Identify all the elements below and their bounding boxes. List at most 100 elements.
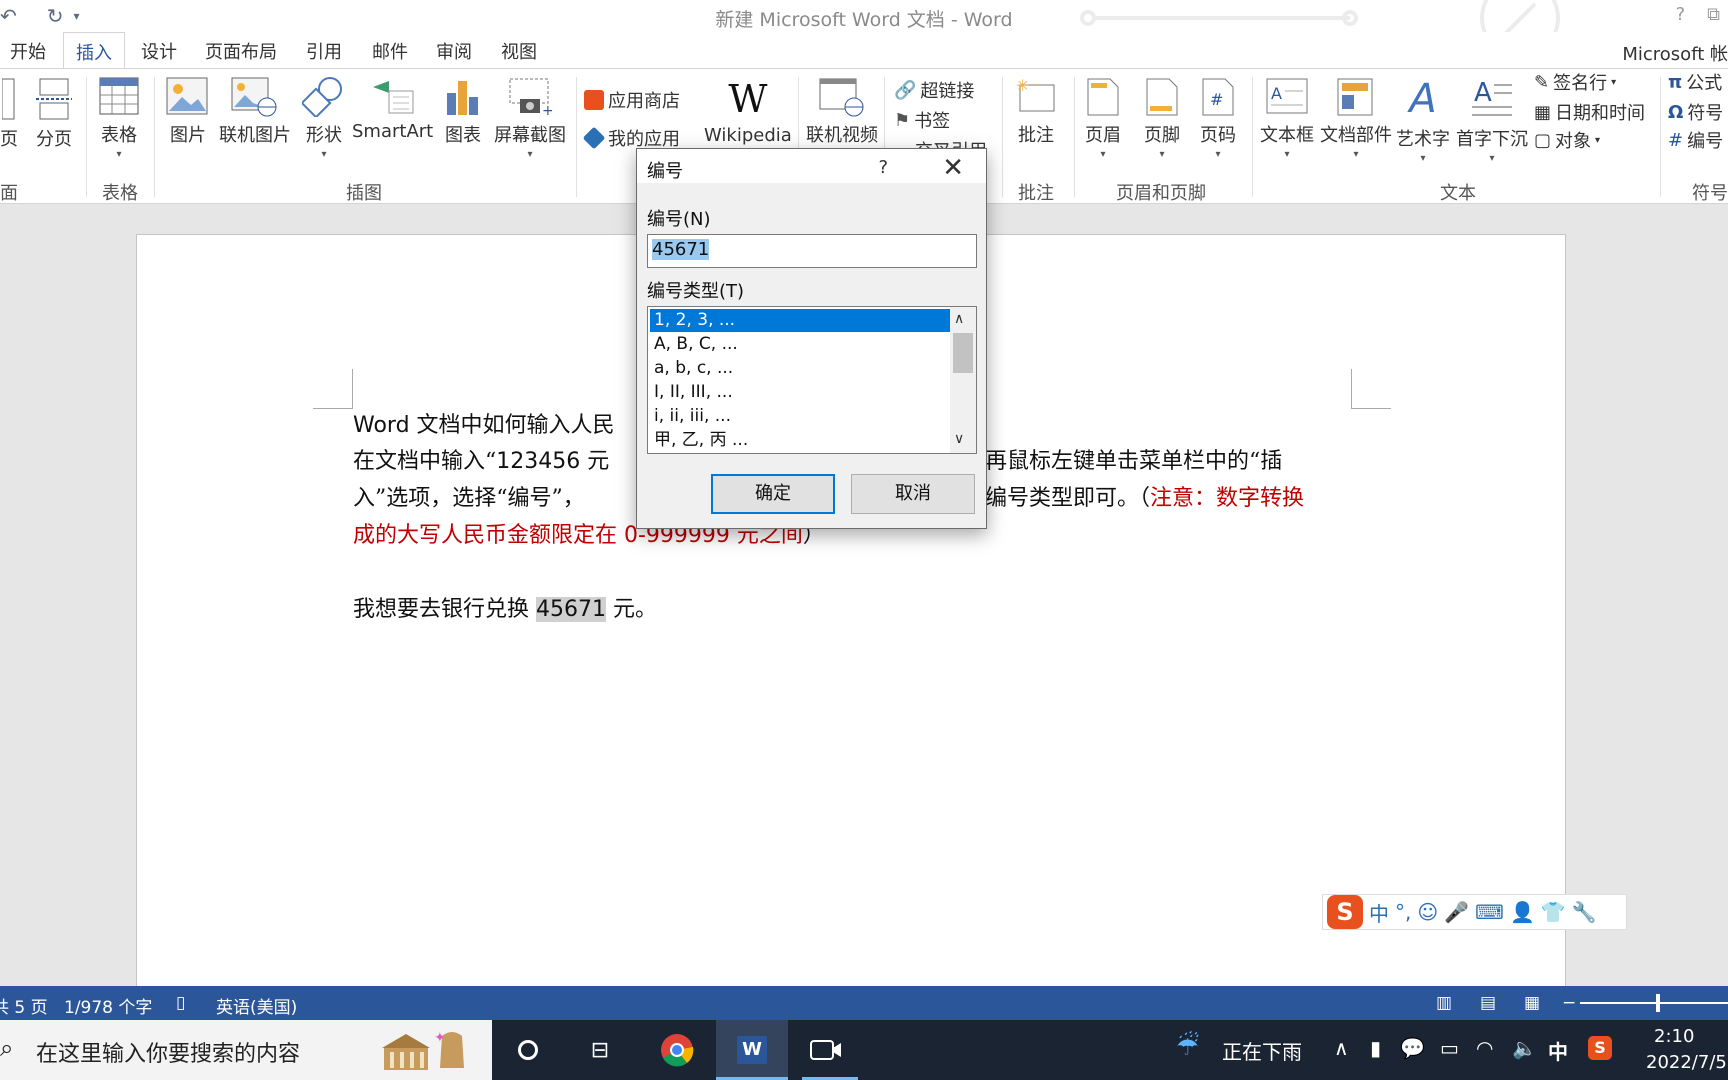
wrench-icon[interactable]: 🔧 — [1572, 900, 1597, 924]
clock-date[interactable]: 2022/7/5 — [1646, 1052, 1727, 1073]
online-picture-button[interactable]: 联机图片 — [219, 77, 291, 147]
equation-button[interactable]: π 公式 — [1668, 69, 1722, 95]
quick-parts-button[interactable]: 文档部件 ▾ — [1320, 77, 1392, 160]
page-number-button[interactable]: # 页码 ▾ — [1200, 77, 1236, 160]
wikipedia-button[interactable]: W Wikipedia — [704, 77, 792, 146]
dialog-help-icon[interactable]: ? — [878, 157, 888, 178]
screenshot-button[interactable]: + 屏幕截图 ▾ — [494, 77, 566, 160]
ok-button[interactable]: 确定 — [711, 474, 835, 514]
number-input[interactable]: 45671 — [647, 234, 977, 268]
user-icon[interactable]: 👤 — [1510, 900, 1535, 924]
list-item[interactable]: I, II, III, ... — [650, 381, 950, 404]
page-break-button[interactable]: 分页 — [34, 77, 74, 151]
weather-text[interactable]: 正在下雨 — [1222, 1036, 1302, 1065]
microphone-tray-icon[interactable]: ▮ — [1370, 1036, 1381, 1060]
scroll-up-icon[interactable]: ∧ — [954, 311, 964, 327]
weather-rain-icon[interactable]: ☔ — [1176, 1032, 1199, 1062]
account-name[interactable]: Microsoft 帐 — [1622, 40, 1728, 66]
dropcap-button[interactable]: A 首字下沉 ▾ — [1456, 77, 1528, 164]
list-item[interactable]: 1, 2, 3, ... — [650, 309, 950, 332]
textbox-button[interactable]: A 文本框 ▾ — [1260, 77, 1314, 160]
chart-button[interactable]: 图表 — [443, 77, 483, 147]
number-type-list[interactable]: 1, 2, 3, ... A, B, C, ... a, b, c, ... I… — [647, 306, 977, 454]
network-icon[interactable]: ◠ — [1476, 1036, 1493, 1060]
symbol-button[interactable]: Ω 符号 — [1668, 99, 1723, 125]
microphone-icon[interactable]: 🎤 — [1444, 900, 1469, 924]
keyboard-icon[interactable]: ⌨ — [1475, 900, 1504, 924]
video-camera-icon[interactable] — [804, 1028, 848, 1072]
group-separator — [576, 77, 577, 197]
ime-toolbar[interactable]: S 中 °, ☺ 🎤 ⌨ 👤 👕 🔧 — [1322, 894, 1627, 930]
battery-icon[interactable]: ▭ — [1440, 1036, 1459, 1060]
group-separator — [1074, 77, 1075, 197]
online-video-button[interactable]: 联机视频 — [806, 77, 878, 147]
dialog-title-bar[interactable]: 编号 ? ✕ — [637, 149, 986, 183]
list-item[interactable]: i, ii, iii, ... — [650, 405, 950, 428]
doc-paragraph-5[interactable]: 我想要去银行兑换 45671 元。 — [353, 591, 1353, 628]
wordart-button[interactable]: A 艺术字 ▾ — [1396, 77, 1450, 164]
search-placeholder[interactable]: 在这里输入你要搜索的内容 — [36, 1036, 300, 1068]
smartart-button[interactable]: SmartArt — [352, 77, 433, 142]
skin-icon[interactable]: 👕 — [1541, 900, 1566, 924]
tab-home[interactable]: 开始 — [10, 38, 46, 64]
picture-button[interactable]: 图片 — [166, 77, 210, 147]
zoom-slider[interactable] — [1580, 1002, 1728, 1004]
ribbon-display-icon[interactable]: ⧉ — [1707, 4, 1720, 25]
scroll-thumb[interactable] — [953, 333, 973, 373]
zoom-out-icon[interactable]: − — [1562, 993, 1576, 1013]
tab-review[interactable]: 审阅 — [436, 38, 472, 64]
language[interactable]: 英语(美国) — [216, 993, 297, 1018]
task-view-icon[interactable]: ⊟ — [578, 1028, 622, 1072]
sogou-logo[interactable]: S — [1327, 895, 1363, 929]
list-scrollbar[interactable]: ∧ ∨ — [950, 307, 976, 453]
word-count[interactable]: 1/978 个字 — [64, 993, 152, 1018]
wikipedia-icon: W — [728, 77, 768, 121]
comment-button[interactable]: ✳ 批注 — [1016, 77, 1056, 147]
footer-button[interactable]: 页脚 ▾ — [1144, 77, 1180, 160]
wechat-icon[interactable]: 💬 — [1400, 1036, 1425, 1060]
word-icon[interactable]: W — [730, 1028, 774, 1072]
ime-mode[interactable]: 中 — [1369, 898, 1389, 927]
tray-expand-icon[interactable]: ∧ — [1334, 1036, 1349, 1060]
ime-punct[interactable]: °, — [1395, 900, 1411, 924]
list-item[interactable]: a, b, c, ... — [650, 357, 950, 380]
tab-references[interactable]: 引用 — [306, 38, 342, 64]
read-mode-icon[interactable]: ▥ — [1436, 993, 1452, 1013]
print-layout-icon[interactable]: ▤ — [1480, 993, 1496, 1013]
scroll-down-icon[interactable]: ∨ — [954, 431, 964, 447]
tab-design[interactable]: 设计 — [141, 38, 177, 64]
tab-mailings[interactable]: 邮件 — [372, 38, 408, 64]
help-icon[interactable]: ? — [1676, 4, 1686, 25]
zoom-slider-thumb[interactable] — [1656, 994, 1660, 1012]
ime-indicator[interactable]: 中 — [1548, 1036, 1568, 1065]
blank-page-button[interactable]: 页 — [0, 77, 18, 151]
web-layout-icon[interactable]: ▦ — [1524, 993, 1540, 1013]
bookmark-button[interactable]: ⚑ 书签 — [894, 107, 950, 133]
sogou-tray-icon[interactable]: S — [1588, 1034, 1612, 1060]
header-button[interactable]: 页眉 ▾ — [1085, 77, 1121, 160]
volume-icon[interactable]: 🔈 — [1512, 1036, 1537, 1060]
tab-insert[interactable]: 插入 — [63, 32, 125, 69]
store-button[interactable]: 应用商店 — [584, 87, 680, 113]
chrome-icon[interactable] — [655, 1028, 699, 1072]
tab-page-layout[interactable]: 页面布局 — [205, 38, 277, 64]
shapes-button[interactable]: 形状 ▾ — [302, 77, 346, 160]
cortana-icon[interactable] — [506, 1028, 550, 1072]
list-item[interactable]: A, B, C, ... — [650, 333, 950, 356]
tab-view[interactable]: 视图 — [501, 38, 537, 64]
signature-line-button[interactable]: ✎ 签名行 ▾ — [1534, 69, 1616, 95]
hyperlink-button[interactable]: 🔗 超链接 — [894, 77, 974, 103]
datetime-button[interactable]: ▦ 日期和时间 — [1534, 99, 1645, 125]
emoji-icon[interactable]: ☺ — [1417, 900, 1438, 924]
table-button[interactable]: 表格 ▾ — [99, 77, 139, 160]
page-count[interactable]: 共 5 页 — [0, 993, 48, 1018]
numbering-button[interactable]: # 编号 — [1668, 127, 1723, 153]
field-result-highlight[interactable]: 45671 — [536, 597, 606, 622]
close-icon[interactable]: ✕ — [942, 153, 964, 183]
cancel-button[interactable]: 取消 — [851, 474, 975, 514]
list-item[interactable]: 甲, 乙, 丙 ... — [650, 429, 950, 452]
clock-time[interactable]: 2:10 — [1654, 1026, 1694, 1047]
taskbar-search[interactable]: ⌕ 在这里输入你要搜索的内容 ✦ — [0, 1020, 492, 1080]
object-button[interactable]: ▢ 对象 ▾ — [1534, 127, 1600, 153]
proofing-icon[interactable]: ▯ — [176, 993, 185, 1013]
